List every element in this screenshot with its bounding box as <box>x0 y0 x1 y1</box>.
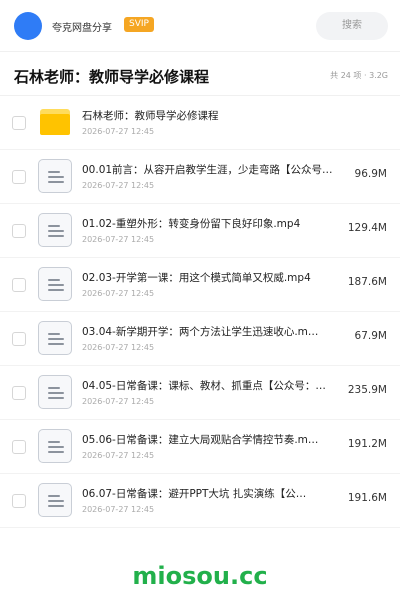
list-item[interactable]: 03.04-新学期开学：两个方法让学生迅速收心.m… 2026-07-27 12… <box>0 312 400 366</box>
document-icon <box>38 213 72 247</box>
file-size: 191.2M <box>347 438 387 450</box>
avatar[interactable] <box>14 12 42 40</box>
file-date: 2026-07-27 12:45 <box>82 181 155 190</box>
page-title: 石林老师：教师导学必修课程 <box>14 68 210 86</box>
checkbox[interactable] <box>12 116 26 130</box>
list-item[interactable]: 05.06-日常备课：建立大局观贴合学情控节奏.m… 2026-07-27 12… <box>0 420 400 474</box>
file-size: 235.9M <box>347 384 387 396</box>
search-button[interactable]: 搜索 <box>316 12 388 40</box>
checkbox[interactable] <box>12 170 26 184</box>
file-name: 01.02-重塑外形：转变身份留下良好印象.mp4 <box>82 218 301 230</box>
file-size: 67.9M <box>354 330 387 342</box>
file-date: 2026-07-27 12:45 <box>82 505 155 514</box>
document-icon <box>38 321 72 355</box>
file-name: 02.03-开学第一课：用这个模式简单又权威.mp4 <box>82 272 311 284</box>
list-item[interactable]: 00.01前言：从容开启教学生涯，少走弯路【公众号… 2026-07-27 12… <box>0 150 400 204</box>
file-date: 2026-07-27 12:45 <box>82 451 155 460</box>
folder-summary: 共 24 项 · 3.2G <box>330 71 388 80</box>
file-size: 96.9M <box>354 168 387 180</box>
file-name: 00.01前言：从容开启教学生涯，少走弯路【公众号… <box>82 164 333 176</box>
document-icon <box>38 483 72 517</box>
folder-icon <box>38 105 72 139</box>
list-item[interactable]: 石林老师：教师导学必修课程 2026-07-27 12:45 <box>0 96 400 150</box>
document-icon <box>38 267 72 301</box>
document-icon <box>38 375 72 409</box>
file-name: 03.04-新学期开学：两个方法让学生迅速收心.m… <box>82 326 319 338</box>
list-item[interactable]: 04.05-日常备课：课标、教材、抓重点【公众号：… 2026-07-27 12… <box>0 366 400 420</box>
checkbox[interactable] <box>12 386 26 400</box>
file-size: 129.4M <box>347 222 387 234</box>
file-name: 05.06-日常备课：建立大局观贴合学情控节奏.m… <box>82 434 319 446</box>
checkbox[interactable] <box>12 440 26 454</box>
checkbox[interactable] <box>12 494 26 508</box>
top-bar: 夸克网盘分享 SVIP 搜索 <box>0 0 400 52</box>
file-date: 2026-07-27 12:45 <box>82 127 155 136</box>
file-list: 石林老师：教师导学必修课程 2026-07-27 12:45 00.01前言：从… <box>0 96 400 528</box>
file-name: 06.07-日常备课：避开PPT大坑 扎实演练【公… <box>82 488 307 500</box>
file-size: 191.6M <box>347 492 387 504</box>
document-icon <box>38 159 72 193</box>
document-icon <box>38 429 72 463</box>
file-date: 2026-07-27 12:45 <box>82 397 155 406</box>
list-item[interactable]: 02.03-开学第一课：用这个模式简单又权威.mp4 2026-07-27 12… <box>0 258 400 312</box>
svip-badge: SVIP <box>124 17 154 32</box>
checkbox[interactable] <box>12 332 26 346</box>
file-date: 2026-07-27 12:45 <box>82 289 155 298</box>
file-date: 2026-07-27 12:45 <box>82 235 155 244</box>
share-source-label: 夸克网盘分享 <box>52 23 112 34</box>
folder-header: 石林老师：教师导学必修课程 共 24 项 · 3.2G <box>0 56 400 96</box>
file-date: 2026-07-27 12:45 <box>82 343 155 352</box>
checkbox[interactable] <box>12 224 26 238</box>
file-size: 187.6M <box>347 276 387 288</box>
checkbox[interactable] <box>12 278 26 292</box>
file-name: 石林老师：教师导学必修课程 <box>82 110 219 122</box>
list-item[interactable]: 01.02-重塑外形：转变身份留下良好印象.mp4 2026-07-27 12:… <box>0 204 400 258</box>
watermark: miosou.cc <box>132 562 268 590</box>
file-name: 04.05-日常备课：课标、教材、抓重点【公众号：… <box>82 380 326 392</box>
list-item[interactable]: 06.07-日常备课：避开PPT大坑 扎实演练【公… 2026-07-27 12… <box>0 474 400 528</box>
